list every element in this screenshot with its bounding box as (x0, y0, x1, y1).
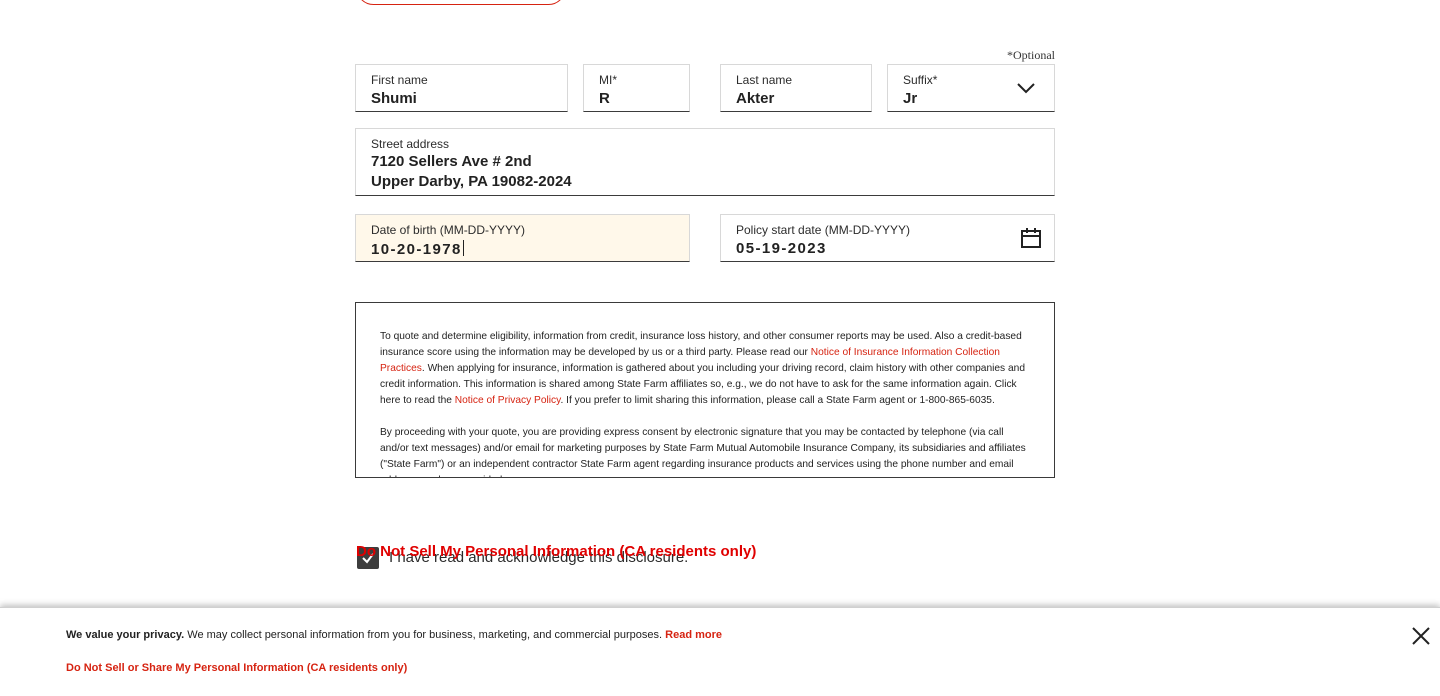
do-not-sell-link[interactable]: Do Not Sell My Personal Information (CA … (356, 543, 756, 560)
suffix-value[interactable]: Jr (903, 90, 917, 107)
first-name-field[interactable]: First name Shumi (355, 64, 568, 112)
chevron-down-icon[interactable] (1016, 82, 1036, 94)
policy-start-date-field[interactable]: Policy start date (MM-DD-YYYY) 05-19-202… (720, 214, 1055, 262)
street-address-field[interactable]: Street address 7120 Sellers Ave # 2nd Up… (355, 128, 1055, 196)
street-address-line1: 7120 Sellers Ave # 2nd (371, 153, 532, 170)
middle-initial-value[interactable]: R (599, 90, 610, 107)
policy-start-date-value[interactable]: 05-19-2023 (736, 240, 827, 257)
privacy-banner-text: We may collect personal information from… (184, 629, 666, 641)
privacy-banner-heading: We value your privacy. (66, 629, 185, 641)
policy-start-date-label: Policy start date (MM-DD-YYYY) (736, 223, 911, 237)
last-name-field[interactable]: Last name Akter (720, 64, 872, 112)
disclosure-paragraph-2: By proceeding with your quote, you are p… (380, 427, 1026, 477)
middle-initial-field[interactable]: MI* R (583, 64, 690, 112)
first-name-label: First name (371, 73, 428, 87)
date-of-birth-value[interactable]: 10-20-1978 (371, 240, 464, 258)
disclosure-paragraph-1: To quote and determine eligibility, info… (380, 331, 1025, 406)
last-name-value[interactable]: Akter (736, 90, 774, 107)
close-icon[interactable] (1410, 625, 1432, 647)
read-more-link[interactable]: Read more (665, 629, 722, 641)
first-name-value[interactable]: Shumi (371, 90, 417, 107)
previous-button-outline[interactable] (356, 0, 566, 5)
street-address-label: Street address (371, 137, 450, 151)
disclosure-scroll-box[interactable]: To quote and determine eligibility, info… (355, 302, 1055, 478)
date-of-birth-text: 10-20-1978 (371, 241, 462, 258)
last-name-label: Last name (736, 73, 793, 87)
street-address-value[interactable]: 7120 Sellers Ave # 2nd Upper Darby, PA 1… (371, 152, 572, 192)
text-cursor (462, 240, 464, 256)
date-of-birth-field[interactable]: Date of birth (MM-DD-YYYY) 10-20-1978 (355, 214, 690, 262)
disclosure-text: To quote and determine eligibility, info… (380, 329, 1028, 477)
privacy-banner-message: We value your privacy. We may collect pe… (66, 629, 722, 641)
suffix-select[interactable]: Suffix* Jr (887, 64, 1055, 112)
privacy-banner: We value your privacy. We may collect pe… (0, 607, 1440, 696)
date-of-birth-label: Date of birth (MM-DD-YYYY) (371, 223, 526, 237)
calendar-icon[interactable] (1020, 227, 1042, 249)
middle-initial-label: MI* (599, 73, 617, 87)
optional-note: *Optional (1007, 48, 1055, 62)
street-address-line2: Upper Darby, PA 19082-2024 (371, 173, 572, 190)
suffix-label: Suffix* (903, 73, 938, 87)
do-not-sell-share-link[interactable]: Do Not Sell or Share My Personal Informa… (66, 662, 407, 674)
privacy-policy-link[interactable]: Notice of Privacy Policy (455, 395, 561, 406)
